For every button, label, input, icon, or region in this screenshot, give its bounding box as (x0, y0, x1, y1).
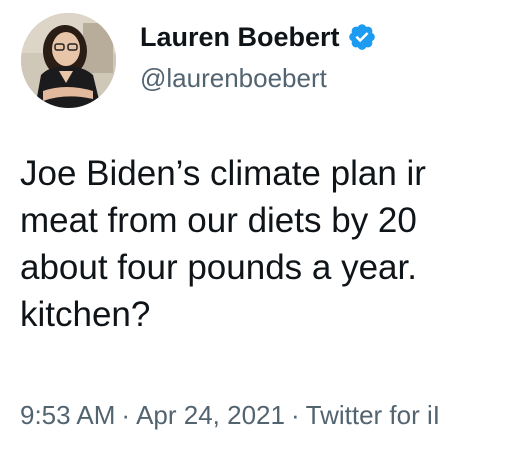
tweet-text-line: Joe Biden’s climate plan ir (20, 154, 426, 193)
tweet-text: Joe Biden’s climate plan ir meat from ou… (20, 150, 520, 338)
author-name-row[interactable]: Lauren Boebert (140, 20, 377, 54)
tweet-metadata: 9:53 AM · Apr 24, 2021 · Twitter for iI (20, 398, 440, 432)
verified-badge-icon (347, 22, 377, 52)
author-handle[interactable]: @laurenboebert (140, 62, 327, 94)
separator: · (290, 400, 300, 430)
tweet-client[interactable]: Twitter for iI (306, 400, 440, 430)
separator: · (121, 400, 131, 430)
avatar[interactable] (21, 13, 116, 108)
tweet-text-line: kitchen? (20, 295, 151, 334)
tweet-text-line: about four pounds a year. (20, 248, 417, 287)
tweet-date[interactable]: Apr 24, 2021 (136, 400, 285, 430)
tweet-text-line: meat from our diets by 20 (20, 201, 417, 240)
display-name[interactable]: Lauren Boebert (140, 20, 340, 54)
avatar-image (21, 13, 116, 108)
tweet-card: Lauren Boebert @laurenboebert Joe Biden’… (0, 0, 520, 452)
tweet-time[interactable]: 9:53 AM (20, 400, 115, 430)
